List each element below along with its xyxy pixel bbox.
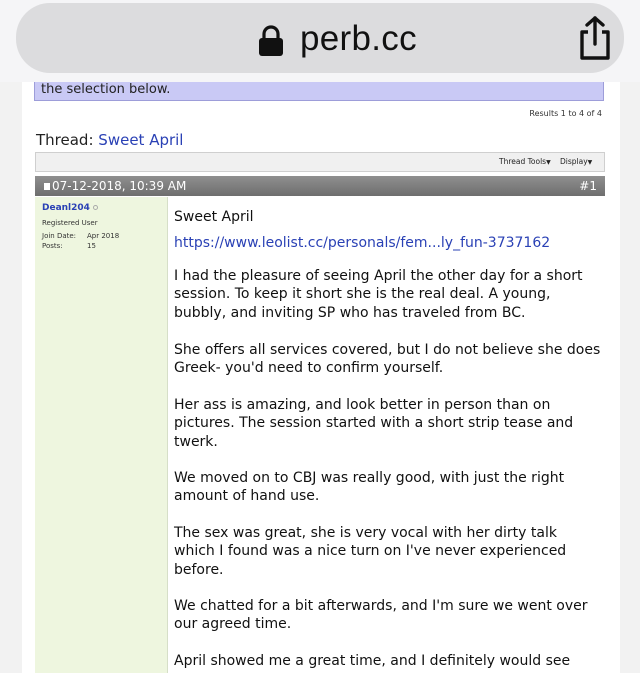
share-icon[interactable]	[576, 15, 614, 61]
thread-heading: Thread: Sweet April	[36, 131, 183, 149]
username-text: Deanl204	[42, 203, 90, 213]
caret-down-icon: ▼	[587, 159, 593, 166]
browser-toolbar: perb.cc	[0, 0, 640, 82]
thread-tools-menu[interactable]: Thread Tools▼	[499, 157, 551, 166]
display-label: Display	[560, 157, 588, 166]
thread-tools-label: Thread Tools	[499, 157, 547, 166]
join-date-value: Apr 2018	[87, 232, 120, 240]
post-title: Sweet April	[174, 209, 254, 225]
username-link[interactable]: Deanl204	[42, 203, 98, 213]
post-paragraph: I had the pleasure of seeing April the o…	[174, 268, 583, 321]
post-date: 07-12-2018, 10:39 AM	[52, 179, 187, 193]
post-external-link[interactable]: https://www.leolist.cc/personals/fem...l…	[174, 235, 550, 251]
notice-text: the selection below.	[41, 82, 171, 97]
post-status-icon	[44, 183, 50, 190]
thread-label: Thread:	[36, 131, 94, 149]
results-count: Results 1 to 4 of 4	[529, 109, 602, 118]
forum-page: the selection below. Results 1 to 4 of 4…	[22, 82, 620, 673]
notice-banner: the selection below.	[34, 82, 604, 101]
post-number-link[interactable]: #1	[579, 179, 597, 193]
display-menu[interactable]: Display▼	[560, 157, 592, 166]
post-paragraph: We moved on to CBJ was really good, with…	[174, 470, 565, 505]
offline-status-icon	[92, 205, 98, 210]
post-header: 07-12-2018, 10:39 AM #1	[35, 176, 605, 196]
caret-down-icon: ▼	[546, 159, 551, 166]
post-paragraph: Her ass is amazing, and look better in p…	[174, 397, 574, 450]
posts-value: 15	[87, 242, 96, 250]
posts-label: Posts:	[42, 242, 63, 250]
post-paragraph: April showed me a great time, and I defi…	[174, 653, 571, 669]
lock-icon	[259, 25, 283, 56]
post-paragraph: The sex was great, she is very vocal wit…	[174, 525, 567, 578]
address-bar[interactable]: perb.cc	[16, 3, 624, 73]
user-info-panel: Deanl204 Registered User Join Date: Apr …	[35, 197, 168, 673]
thread-toolbar: Thread Tools▼ Display▼	[35, 152, 605, 172]
user-title: Registered User	[42, 219, 98, 227]
post-paragraph: We chatted for a bit afterwards, and I'm…	[174, 598, 588, 633]
thread-title-link[interactable]: Sweet April	[98, 131, 183, 149]
join-date-label: Join Date:	[42, 232, 77, 240]
post-paragraph: She offers all services covered, but I d…	[174, 342, 601, 377]
post-body: Sweet April https://www.leolist.cc/perso…	[168, 197, 605, 673]
address-url[interactable]: perb.cc	[300, 19, 417, 59]
